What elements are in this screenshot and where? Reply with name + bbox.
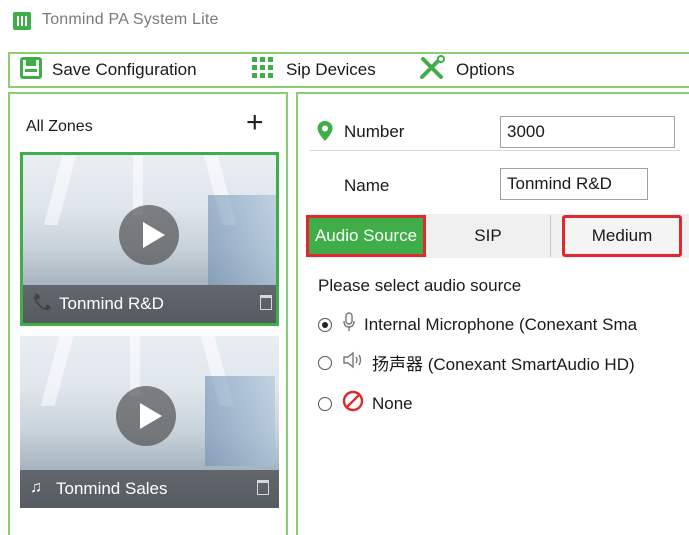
plus-icon[interactable]: + [246,108,264,138]
play-icon[interactable] [119,205,179,265]
audio-option-none[interactable]: None [318,390,413,417]
audio-option-label: None [372,393,413,413]
trash-icon[interactable] [260,295,272,310]
audio-option-speaker[interactable]: 扬声器 (Conexant SmartAudio HD) [318,350,635,375]
zone-name: Tonmind R&D [59,294,164,313]
tab-audio-source[interactable]: Audio Source [306,215,426,257]
play-icon[interactable] [116,386,176,446]
zones-title: All Zones [26,118,93,135]
audio-option-label: 扬声器 (Conexant SmartAudio HD) [372,355,635,374]
audio-option-internal-microphone[interactable]: Internal Microphone (Conexant Sma [318,312,637,337]
app-title: Tonmind PA System Lite [42,11,219,28]
tab-medium[interactable]: Medium [562,215,682,257]
zone-card-tonmind-rd[interactable]: 📞 Tonmind R&D [20,152,279,326]
number-label: Number [344,122,405,141]
options-label: Options [456,60,515,79]
zones-panel: All Zones + 📞 Tonmind R&D ♫ Tonmind Sale… [8,92,288,535]
microphone-icon [342,312,356,337]
radio-button[interactable] [318,396,332,411]
music-note-icon: ♫ [30,479,42,496]
options-button[interactable]: Options [418,54,515,86]
name-label: Name [344,176,390,195]
sip-devices-label: Sip Devices [286,60,376,79]
save-configuration-button[interactable]: Save Configuration [20,54,197,86]
speaker-icon [342,351,364,374]
audio-option-label: Internal Microphone (Conexant Sma [364,314,638,334]
save-icon [20,56,42,84]
grid-icon [250,55,276,86]
number-input[interactable] [500,116,675,148]
phone-icon: 📞 [33,294,53,311]
toolbar: Save Configuration Sip Devices Options [8,52,689,88]
radio-button-checked[interactable] [318,317,332,332]
none-icon [342,390,364,417]
sip-devices-button[interactable]: Sip Devices [250,54,376,86]
radio-button[interactable] [318,355,332,370]
divider [310,150,680,151]
audio-source-prompt: Please select audio source [318,276,522,295]
trash-icon[interactable] [257,480,269,495]
app-logo-icon [13,12,31,30]
zone-card-tonmind-sales[interactable]: ♫ Tonmind Sales [20,336,279,508]
name-input[interactable] [500,168,648,200]
zone-detail-panel: Number Name Audio Source SIP Medium Plea… [296,92,689,535]
zone-label-bar: ♫ Tonmind Sales [20,470,279,508]
tab-sip[interactable]: SIP [426,215,551,257]
zone-label-bar: 📞 Tonmind R&D [23,285,276,323]
title-bar: Tonmind PA System Lite [0,0,689,42]
save-configuration-label: Save Configuration [52,60,197,79]
tools-icon [418,54,446,86]
zone-name: Tonmind Sales [56,479,168,498]
location-pin-icon [316,120,334,147]
